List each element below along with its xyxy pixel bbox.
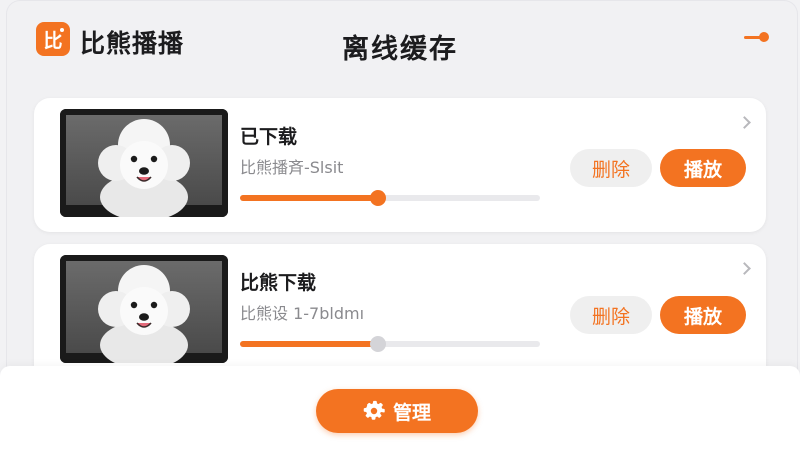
bottom-bar: 管理 (0, 366, 800, 450)
manage-button[interactable]: 管理 (316, 389, 478, 433)
download-progress-bar[interactable] (240, 190, 540, 206)
offline-cache-screen: 比 比熊播播 离线缓存 已下载 比熊播斉-Slsit 删除 播放 比熊下载 比熊… (0, 0, 800, 450)
download-card[interactable]: 已下载 比熊播斉-Slsit 删除 播放 (34, 98, 766, 232)
progress-knob[interactable] (370, 190, 386, 206)
slider-toggle-icon[interactable] (744, 32, 770, 42)
card-subtitle: 比熊设 1-7bldmı (240, 304, 365, 323)
card-title: 比熊下载 (240, 272, 317, 294)
download-progress-bar[interactable] (240, 336, 540, 352)
gear-icon (363, 400, 385, 420)
white-bichon-dog-photo (60, 255, 228, 363)
delete-button[interactable]: 删除 (570, 296, 652, 334)
card-subtitle: 比熊播斉-Slsit (240, 158, 344, 177)
chevron-right-icon[interactable] (738, 262, 751, 275)
manage-label: 管理 (392, 401, 431, 424)
download-card[interactable]: 比熊下载 比熊设 1-7bldmı 删除 播放 (34, 244, 766, 384)
card-title: 已下载 (240, 126, 298, 148)
header: 比 比熊播播 离线缓存 (0, 0, 800, 82)
page-title: 离线缓存 (342, 34, 458, 65)
slider-knob (759, 32, 769, 42)
video-thumbnail[interactable] (60, 255, 228, 363)
video-thumbnail[interactable] (60, 109, 228, 217)
progress-knob[interactable] (370, 336, 386, 352)
delete-button[interactable]: 删除 (570, 149, 652, 187)
chevron-right-icon[interactable] (738, 116, 751, 129)
progress-fill (240, 195, 378, 201)
play-button[interactable]: 播放 (660, 296, 746, 334)
white-bichon-dog-photo (60, 109, 228, 217)
play-button[interactable]: 播放 (660, 149, 746, 187)
progress-fill (240, 341, 378, 347)
